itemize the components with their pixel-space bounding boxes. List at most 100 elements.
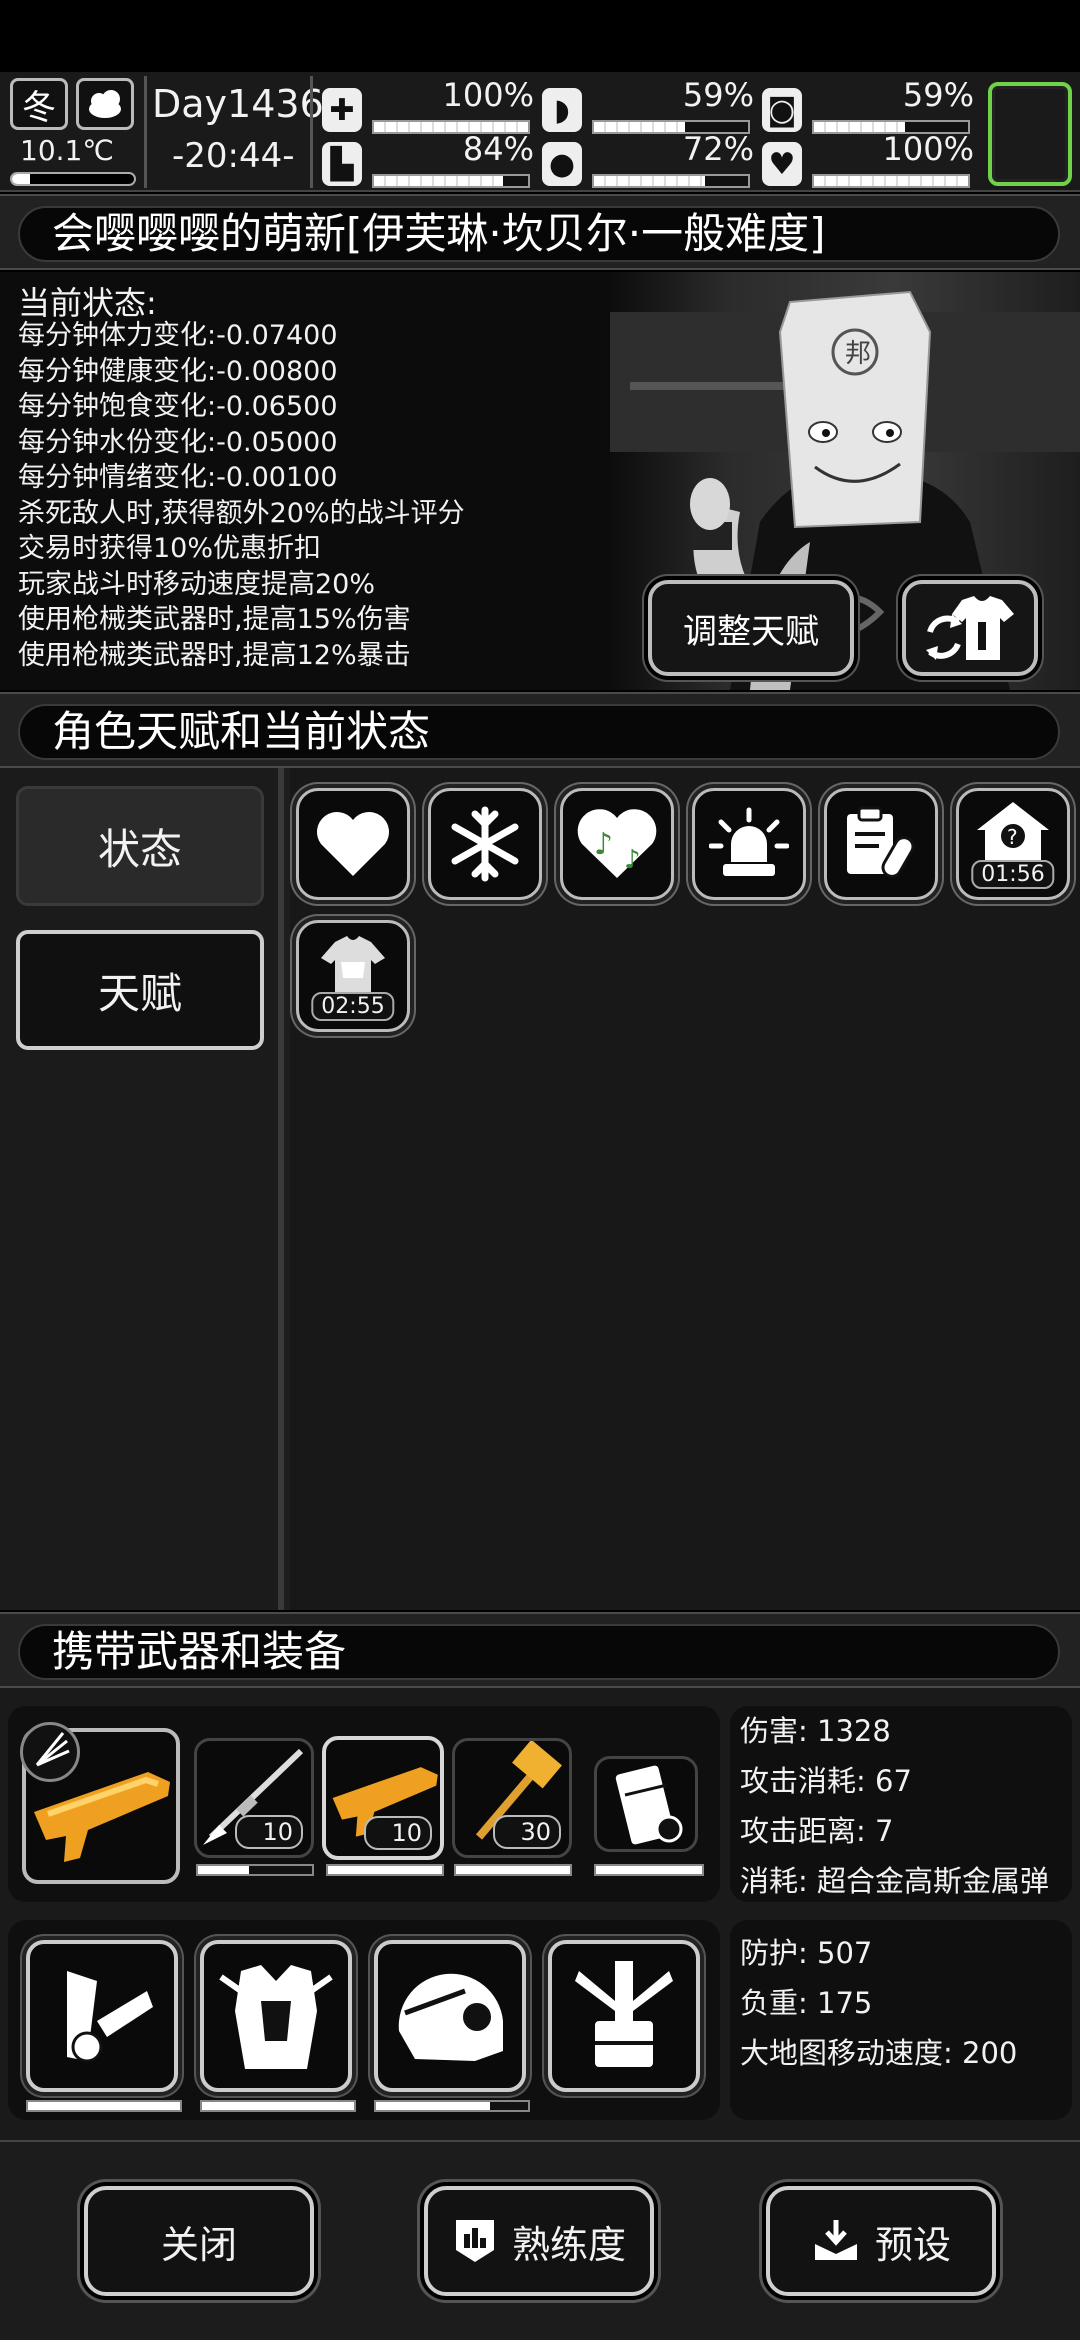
map-speed-stat: 大地图移动速度: 200 bbox=[740, 2036, 1018, 2070]
water-drop-icon: ● bbox=[542, 142, 582, 186]
status-line: 每分钟水份变化:-0.05000 bbox=[18, 426, 338, 458]
durability-bar bbox=[594, 1864, 704, 1876]
bottom-action-bar: 关闭 熟练度 预设 bbox=[0, 2140, 1080, 2340]
bladder-value: 59% bbox=[902, 76, 974, 114]
equipment-section-title: 携带武器和装备 bbox=[18, 1624, 1060, 1680]
durability-bar bbox=[454, 1864, 572, 1876]
mood-value: 100% bbox=[882, 130, 974, 168]
proficiency-badge-icon bbox=[455, 2220, 494, 2262]
heart-icon bbox=[317, 812, 389, 876]
durability-bar bbox=[326, 1864, 444, 1876]
download-box-icon bbox=[814, 2220, 857, 2260]
medkit-icon: ✚ bbox=[322, 88, 362, 132]
golden-shotgun-icon bbox=[34, 1772, 170, 1862]
status-medicine[interactable] bbox=[824, 788, 938, 900]
thirst-stat: ● 72% bbox=[542, 130, 762, 190]
durability-bar bbox=[374, 2100, 530, 2112]
gear-slot-helmet[interactable] bbox=[374, 1940, 526, 2092]
status-line: 交易时获得10%优惠折扣 bbox=[18, 533, 322, 564]
status-shelter[interactable]: ? 01:56 bbox=[956, 788, 1070, 900]
character-title-bar: 会嘤嘤嘤的萌新[伊芙琳·坎贝尔·一般难度] bbox=[0, 194, 1080, 270]
status-line: 每分钟健康变化:-0.00800 bbox=[18, 355, 338, 387]
attack-cost-stat: 攻击消耗: 67 bbox=[740, 1764, 912, 1798]
status-line: 每分钟饱食变化:-0.06500 bbox=[18, 391, 338, 422]
status-effects-list: 每分钟体力变化:-0.07400 每分钟健康变化:-0.00800 每分钟饱食变… bbox=[18, 318, 465, 673]
equipment-section-bar: 携带武器和装备 bbox=[0, 1612, 1080, 1688]
gear-slot-exoskeleton[interactable] bbox=[548, 1940, 700, 2092]
ammo-count: 10 bbox=[364, 1816, 432, 1850]
equipment-panel: 10 10 30 伤害: 1328 攻击消耗: 67 攻击距离: 7 消耗: 超… bbox=[0, 1688, 1080, 2140]
weapon-slot-golden-shotgun[interactable]: 10 bbox=[322, 1736, 444, 1860]
tab-talent-label: 天赋 bbox=[97, 968, 182, 1018]
adjust-talent-button[interactable]: 调整天赋 bbox=[648, 580, 854, 676]
status-alert[interactable] bbox=[692, 788, 806, 900]
tab-status-label: 状态 bbox=[97, 824, 182, 874]
health-value: 100% bbox=[442, 76, 534, 114]
proficiency-label: 熟练度 bbox=[511, 2222, 626, 2267]
talent-section-title: 角色天赋和当前状态 bbox=[18, 704, 1060, 760]
stamina-stat: ▙ 84% bbox=[322, 130, 542, 190]
status-heart[interactable] bbox=[296, 788, 410, 900]
hunger-stat: ◗ 59% bbox=[542, 76, 762, 136]
close-button[interactable]: 关闭 bbox=[84, 2186, 314, 2296]
ammo-type-stat: 消耗: 超合金高斯金属弹 bbox=[740, 1864, 1049, 1898]
quick-item-slot[interactable] bbox=[988, 82, 1072, 186]
bag-face-character: 邦 bbox=[845, 339, 871, 369]
game-clock: -20:44- bbox=[172, 136, 295, 176]
day-counter: Day1436 bbox=[152, 82, 324, 126]
bladder-icon: ◙ bbox=[762, 88, 802, 132]
preset-button[interactable]: 预设 bbox=[766, 2186, 996, 2296]
season-label: 冬 bbox=[22, 87, 56, 128]
helmet-icon bbox=[398, 1973, 503, 2061]
heart-icon: ♥ bbox=[762, 142, 802, 186]
alarm-light-icon bbox=[709, 807, 789, 876]
talent-section-bar: 角色天赋和当前状态 bbox=[0, 692, 1080, 768]
weapon-slot-spear-rifle[interactable]: 10 bbox=[194, 1738, 314, 1858]
attack-range-stat: 攻击距离: 7 bbox=[740, 1814, 894, 1848]
snowflake-icon bbox=[451, 806, 519, 882]
status-line: 杀死敌人时,获得额外20%的战斗评分 bbox=[18, 497, 465, 529]
preset-label: 预设 bbox=[874, 2222, 951, 2267]
temperature-label: 10.1℃ bbox=[20, 134, 114, 167]
weapon-slot-fridge[interactable] bbox=[594, 1756, 698, 1852]
outfit-swap-icon bbox=[926, 596, 1014, 660]
status-area: 状态 天赋 ♪ ♪ ? 01:56 02:55 bbox=[0, 768, 1080, 1610]
proficiency-button[interactable]: 熟练度 bbox=[424, 2186, 654, 2296]
exoskeleton-icon bbox=[575, 1961, 673, 2067]
bandolier-icon bbox=[67, 1971, 153, 2063]
status-line: 每分钟情绪变化:-0.00100 bbox=[18, 462, 338, 493]
shelter-timer: 01:56 bbox=[971, 860, 1055, 889]
status-line: 使用枪械类武器时,提高15%伤害 bbox=[18, 604, 411, 635]
weather-icon bbox=[76, 78, 134, 130]
status-cold[interactable] bbox=[428, 788, 542, 900]
tab-status[interactable]: 状态 bbox=[16, 786, 264, 906]
weapon-stats: 伤害: 1328 攻击消耗: 67 攻击距离: 7 消耗: 超合金高斯金属弹 bbox=[740, 1706, 1049, 1906]
ammo-count: 10 bbox=[235, 1815, 303, 1849]
gear-slot-body-armor[interactable] bbox=[200, 1940, 352, 2092]
change-outfit-button[interactable] bbox=[902, 580, 1038, 676]
stomach-icon: ◗ bbox=[542, 88, 582, 132]
adjust-talent-label: 调整天赋 bbox=[683, 611, 819, 652]
durability-bar bbox=[196, 1864, 314, 1876]
music-heart-icon: ♪ ♪ bbox=[577, 809, 657, 878]
gear-stats: 防护: 507 负重: 175 大地图移动速度: 200 bbox=[740, 1928, 1017, 2078]
tab-talent[interactable]: 天赋 bbox=[16, 930, 264, 1050]
thirst-value: 72% bbox=[682, 130, 754, 168]
damage-stat: 伤害: 1328 bbox=[740, 1714, 891, 1748]
character-panel: 邦 当前状态: 每分钟体力变化:-0.07400 每分钟健康变化:-0.0080… bbox=[0, 272, 1080, 690]
gear-slot-bandolier[interactable] bbox=[26, 1940, 178, 2092]
weapon-slot-golden-hammer[interactable]: 30 bbox=[452, 1738, 572, 1858]
status-tab-column: 状态 天赋 bbox=[0, 768, 284, 1610]
status-line: 使用枪械类武器时,提高12%暴击 bbox=[18, 639, 411, 671]
status-line: 玩家战斗时移动速度提高20% bbox=[18, 568, 376, 600]
main-weapon-slot[interactable] bbox=[20, 1722, 180, 1884]
health-stat: ✚ 100% bbox=[322, 76, 542, 136]
fridge-icon bbox=[615, 1765, 683, 1845]
status-happy[interactable]: ♪ ♪ bbox=[560, 788, 674, 900]
status-icon-grid: ♪ ♪ ? 01:56 02:55 bbox=[290, 768, 1080, 1610]
defense-stat: 防护: 507 bbox=[740, 1936, 873, 1970]
clothing-icon bbox=[321, 936, 385, 992]
status-clothing[interactable]: 02:55 bbox=[296, 920, 410, 1032]
temperature-bar bbox=[10, 172, 136, 186]
weight-stat: 负重: 175 bbox=[740, 1986, 873, 2020]
